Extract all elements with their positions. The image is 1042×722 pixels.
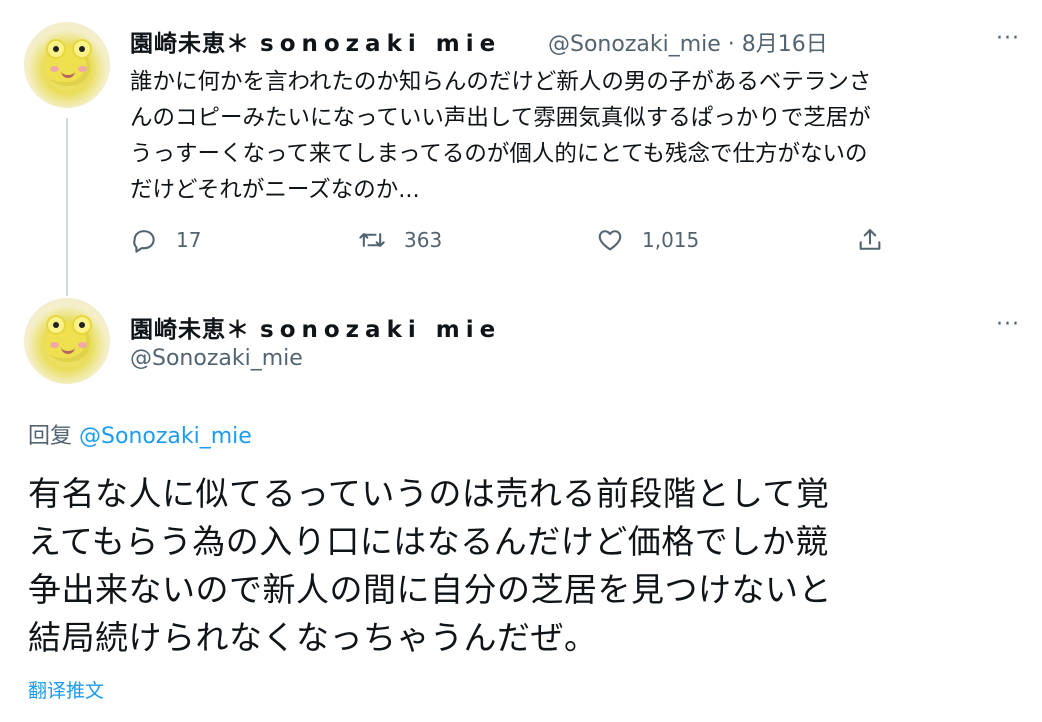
tweet-text-line: 結局続けられなくなっちゃうんだぜ。 xyxy=(28,618,598,657)
tweet-text: 有名な人に似てるっていうのは売れる前段階として覚 えてもらう為の入り口にはなるん… xyxy=(28,470,1028,662)
retweet-count: 363 xyxy=(404,228,443,252)
retweet-button[interactable]: 363 xyxy=(358,226,442,254)
tweet-text: 誰かに何かを言われたのか知らんのだけど新人の男の子があるベテランさ んのコピーみ… xyxy=(130,64,1030,208)
handle[interactable]: @Sonozaki_mie xyxy=(548,32,721,57)
tweet-text-line: 有名な人に似てるっていうのは売れる前段階として覚 xyxy=(28,474,830,513)
display-name[interactable]: 園崎未恵＊ sonozaki mie xyxy=(130,310,501,344)
more-icon[interactable]: ··· xyxy=(996,26,1020,51)
reply-prefix: 回复 xyxy=(28,424,73,449)
translate-tweet-link[interactable]: 翻译推文 xyxy=(28,676,104,703)
tweet-date[interactable]: 8月16日 xyxy=(742,32,828,57)
retweet-icon xyxy=(359,233,385,247)
thread-line xyxy=(66,118,68,296)
reply-mention-link[interactable]: @Sonozaki_mie xyxy=(79,424,252,449)
tweet-text-line: んのコピーみたいになっていい声出して雰囲気真似するぱっかりで芝居が xyxy=(130,105,871,131)
more-icon[interactable]: ··· xyxy=(996,312,1020,337)
like-button[interactable]: 1,015 xyxy=(596,226,699,254)
tweet-text-line: えてもらう為の入り口にはなるんだけど価格でしか競 xyxy=(28,522,829,561)
share-icon xyxy=(859,229,881,250)
display-name[interactable]: 園崎未恵＊ sonozaki mie xyxy=(130,24,501,58)
avatar[interactable] xyxy=(24,22,110,108)
reply-count: 17 xyxy=(176,228,202,252)
handle[interactable]: @Sonozaki_mie xyxy=(130,346,303,371)
reply-button[interactable]: 17 xyxy=(130,226,201,254)
like-icon xyxy=(598,230,622,251)
reply-icon xyxy=(133,230,155,253)
tweet-text-line: 誰かに何かを言われたのか知らんのだけど新人の男の子があるベテランさ xyxy=(130,69,872,95)
tweet-text-line: 争出来ないので新人の間に自分の芝居を見つけないと xyxy=(28,570,832,609)
avatar[interactable] xyxy=(24,298,110,384)
like-count: 1,015 xyxy=(642,228,700,252)
tweet-text-line: うっすーくなって来てしまってるのが個人的にとても残念で仕方がないの xyxy=(130,141,868,167)
share-button[interactable] xyxy=(856,226,902,254)
tweet-text-line: だけどそれがニーズなのか... xyxy=(130,177,420,203)
separator: · xyxy=(727,32,735,57)
reply-context: 回复 @Sonozaki_mie xyxy=(28,418,252,450)
handle-date: @Sonozaki_mie · 8月16日 xyxy=(548,26,828,58)
